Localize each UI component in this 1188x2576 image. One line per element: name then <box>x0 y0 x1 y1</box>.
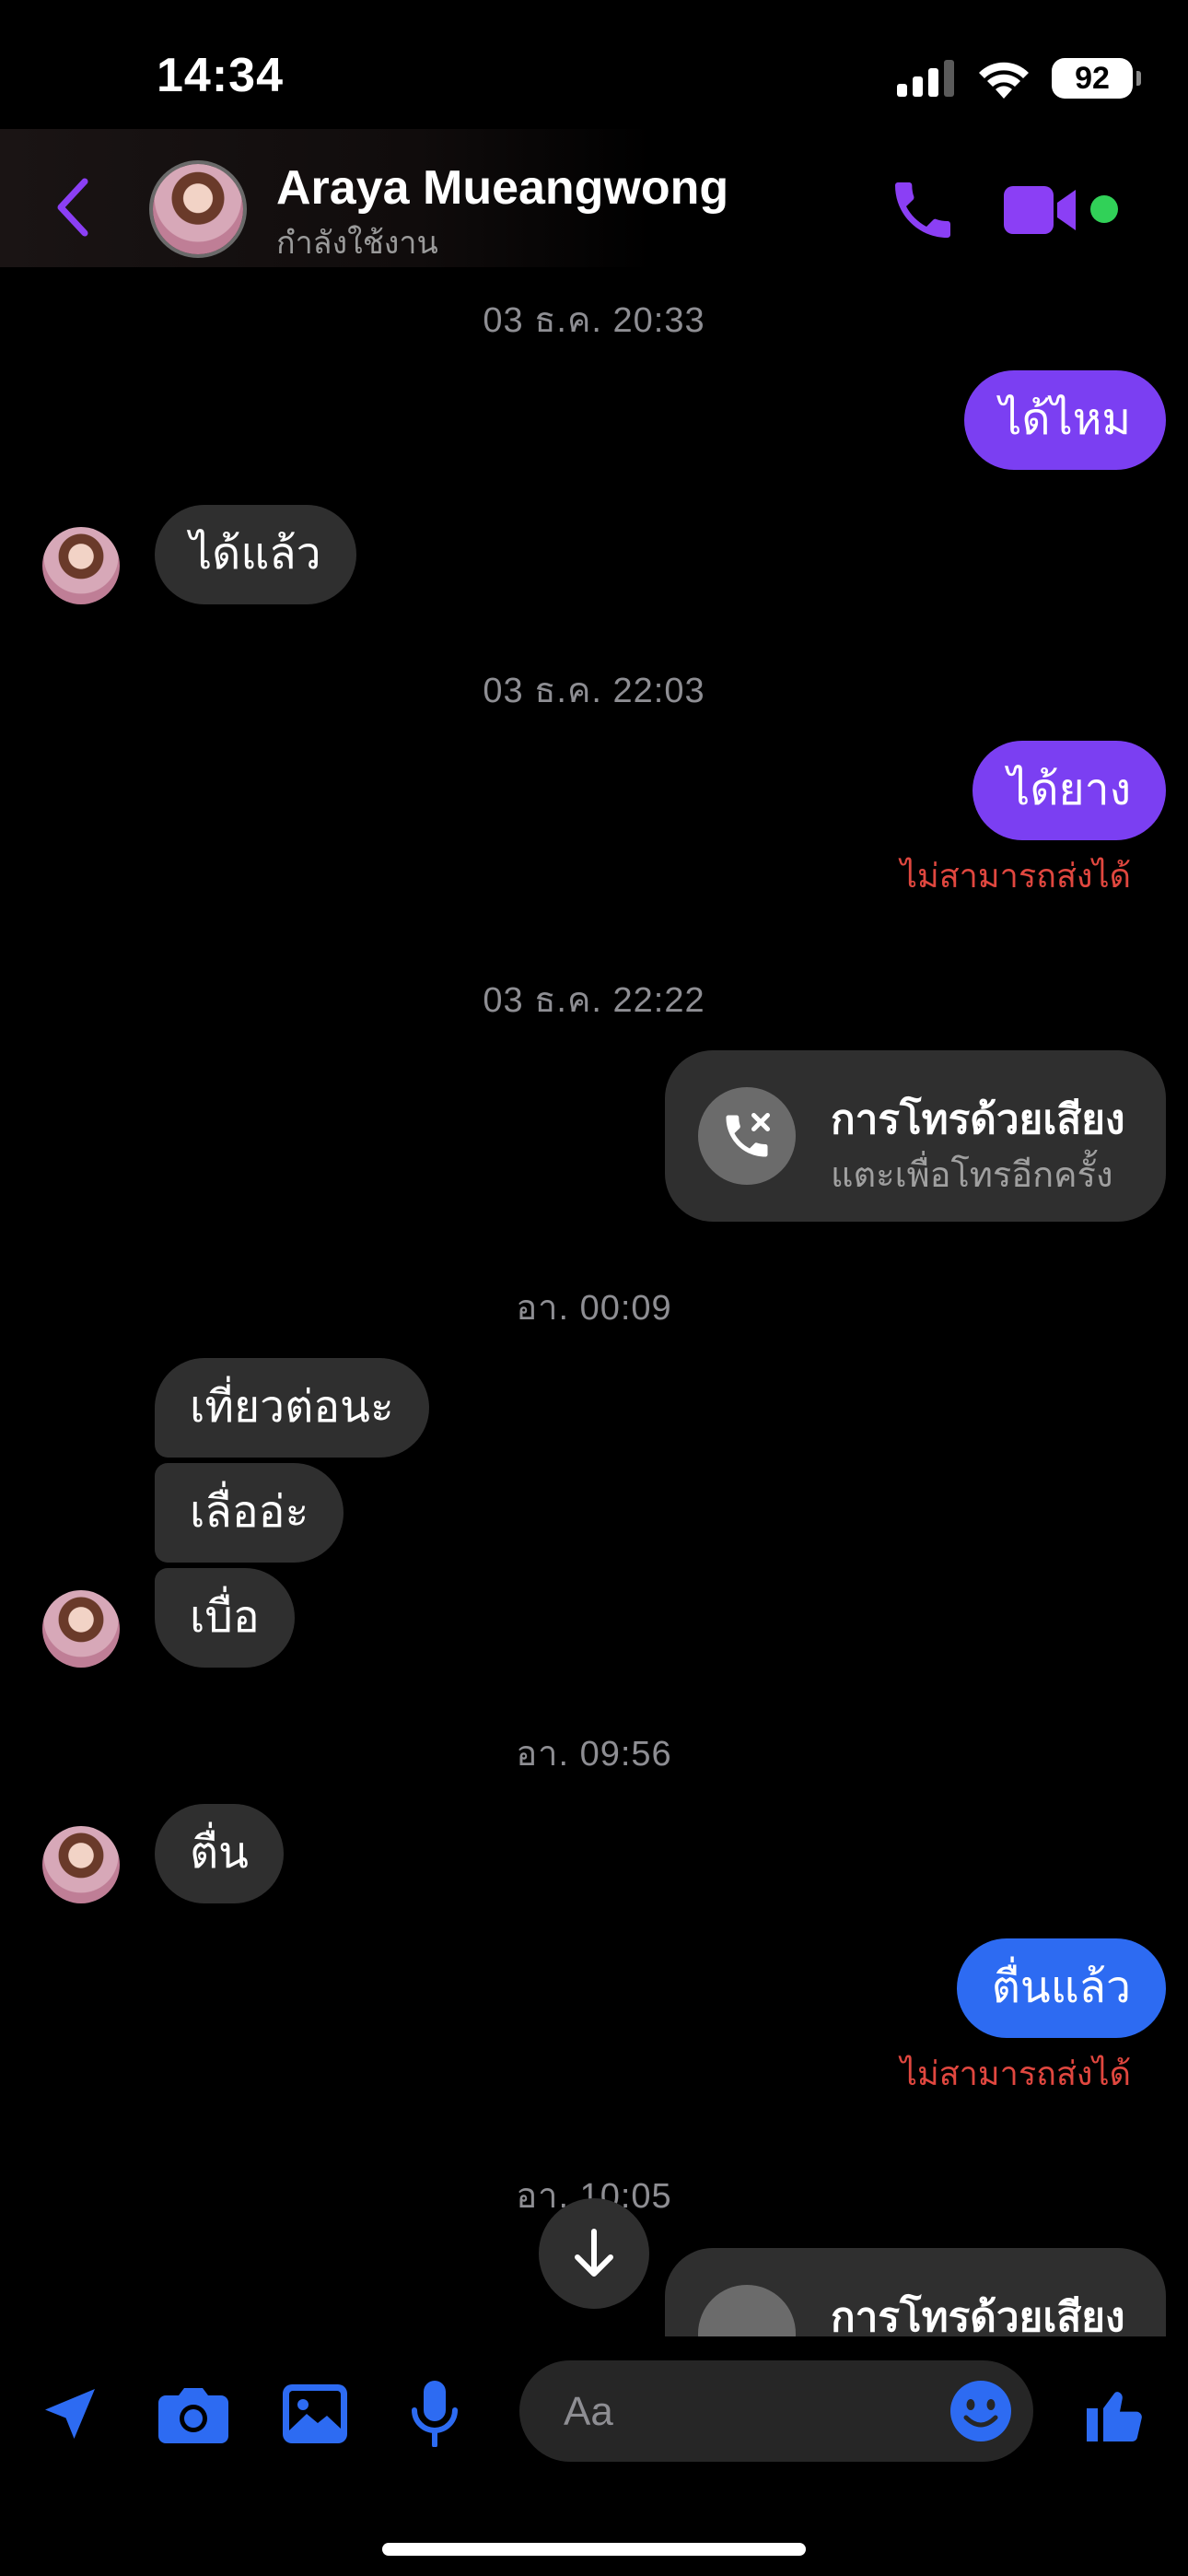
mic-icon <box>412 2381 458 2447</box>
call-title: การโทรด้วยเสียง <box>831 1097 1125 1142</box>
emoji-icon <box>950 2381 1011 2441</box>
outgoing-message[interactable]: ได้ไหม <box>964 370 1166 470</box>
status-indicators: 92 <box>897 55 1141 101</box>
timestamp: 03 ธ.ค. 20:33 <box>483 301 705 340</box>
thumbs-up-icon <box>1087 2392 1142 2441</box>
incoming-message[interactable]: เบื่อ <box>155 1568 295 1668</box>
arrow-down-icon <box>575 2229 613 2277</box>
emoji-button[interactable] <box>949 2379 1013 2443</box>
camera-button[interactable] <box>157 2377 230 2451</box>
timestamp: 03 ธ.ค. 22:03 <box>483 672 705 710</box>
video-icon <box>1004 186 1076 234</box>
call-title: การโทรด้วยเสียง <box>831 2295 1125 2336</box>
home-indicator <box>382 2543 806 2556</box>
sender-avatar[interactable] <box>42 1590 120 1668</box>
back-icon <box>57 178 88 237</box>
outgoing-message[interactable]: ตื่นแล้ว <box>956 1938 1166 2038</box>
signal-icon <box>897 60 954 97</box>
incoming-message[interactable]: ตื่น <box>155 1804 284 1903</box>
timestamp: อา. 09:56 <box>516 1735 672 1774</box>
message-input[interactable] <box>562 2386 915 2438</box>
gallery-button[interactable] <box>278 2377 352 2451</box>
location-icon <box>45 2389 95 2439</box>
video-call-button[interactable] <box>1004 181 1077 240</box>
contact-status: กำลังใช้งาน <box>276 226 438 261</box>
send-failed-label[interactable]: ไม่สามารถส่งได้ <box>901 2047 1131 2100</box>
message-input-container[interactable] <box>519 2360 1033 2462</box>
outgoing-message[interactable]: ได้ยาง <box>973 741 1166 840</box>
sender-avatar[interactable] <box>42 1826 120 1903</box>
timestamp: อา. 00:09 <box>516 1289 672 1328</box>
wifi-icon <box>979 62 1029 99</box>
phone-icon <box>895 182 950 238</box>
incoming-message[interactable]: เลื่ออ่ะ <box>155 1463 344 1563</box>
voice-message-button[interactable] <box>398 2377 472 2451</box>
call-subtitle: แตะเพื่อโทรอีกครั้ง <box>831 1156 1113 1195</box>
status-time: 14:34 <box>157 49 284 102</box>
missed-call-card[interactable]: การโทรด้วยเสียง แตะเพื่อโทรอีกครั้ง <box>665 1050 1166 1222</box>
like-button[interactable] <box>1077 2377 1151 2451</box>
contact-name[interactable]: Araya Mueangwong <box>276 160 728 216</box>
battery-level: 92 <box>1075 60 1110 96</box>
missed-call-icon <box>698 1087 796 1185</box>
scroll-to-bottom-button[interactable] <box>539 2198 649 2309</box>
contact-avatar[interactable] <box>149 160 247 258</box>
call-card[interactable]: การโทรด้วยเสียง <box>665 2248 1166 2336</box>
send-failed-label[interactable]: ไม่สามารถส่งได้ <box>901 849 1131 902</box>
incoming-message[interactable]: เที่ยวต่อนะ <box>155 1358 429 1458</box>
incoming-message[interactable]: ได้แล้ว <box>155 505 356 604</box>
camera-icon <box>158 2388 228 2443</box>
location-button[interactable] <box>33 2377 107 2451</box>
timestamp: 03 ธ.ค. 22:22 <box>483 981 705 1020</box>
active-status-dot <box>1090 195 1118 223</box>
outgoing-call-icon <box>698 2285 796 2336</box>
battery-indicator: 92 <box>1052 58 1141 99</box>
image-icon <box>283 2384 347 2443</box>
voice-call-button[interactable] <box>886 173 960 247</box>
back-button[interactable] <box>53 175 109 240</box>
sender-avatar[interactable] <box>42 527 120 604</box>
